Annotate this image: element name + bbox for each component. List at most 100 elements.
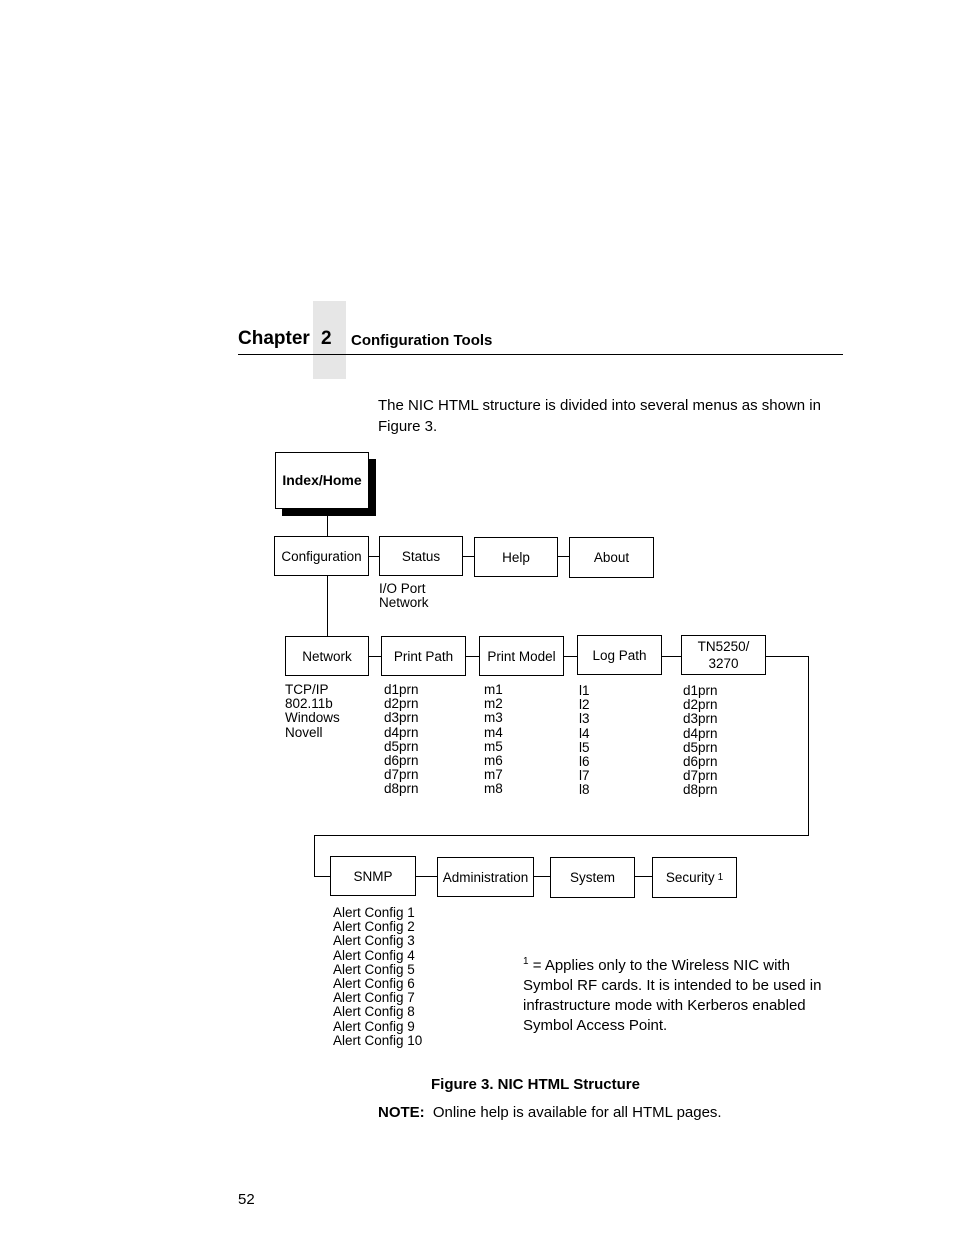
connector-printpath-printmodel — [466, 656, 479, 657]
log-path-box: Log Path — [577, 635, 662, 675]
network-items-list: TCP/IP 802.11b Windows Novell — [285, 682, 340, 740]
list-item: d3prn — [683, 711, 718, 727]
list-item: m5 — [484, 738, 503, 754]
connector-home-config — [327, 514, 328, 537]
list-item: l7 — [579, 768, 590, 784]
list-item: Alert Config 2 — [333, 919, 415, 935]
list-item: l1 — [579, 683, 590, 698]
list-item: Network — [379, 595, 429, 611]
list-item: d4prn — [384, 724, 419, 740]
help-box: Help — [474, 537, 558, 577]
connector-wrap-snmp — [314, 876, 330, 877]
snmp-items-list: Alert Config 1 Alert Config 2 Alert Conf… — [333, 905, 423, 1048]
list-item: d8prn — [683, 782, 718, 798]
list-item: d6prn — [683, 754, 718, 770]
security-footnote: 1 = Applies only to the Wireless NIC wit… — [523, 952, 823, 1036]
list-item: I/O Port — [379, 581, 426, 596]
connector-help-about — [558, 556, 569, 557]
snmp-box: SNMP — [330, 856, 416, 896]
note-label: NOTE: — [378, 1104, 425, 1121]
tn5250-items-list: d1prn d2prn d3prn d4prn d5prn d6prn d7pr… — [683, 683, 718, 798]
list-item: m1 — [484, 682, 503, 697]
list-item: d1prn — [384, 682, 419, 697]
list-item: Alert Config 9 — [333, 1018, 415, 1034]
note-text: Online help is available for all HTML pa… — [432, 1104, 722, 1121]
footnote-text: = Applies only to the Wireless NIC with … — [523, 957, 822, 1034]
list-item: l5 — [579, 739, 590, 755]
list-item: d5prn — [384, 738, 419, 754]
list-item: d6prn — [384, 753, 419, 769]
list-item: m8 — [484, 781, 503, 797]
list-item: m4 — [484, 724, 503, 740]
connector-config-network — [327, 575, 328, 637]
print-path-items-list: d1prn d2prn d3prn d4prn d5prn d6prn d7pr… — [384, 682, 419, 797]
connector-wrap-horizontal — [314, 835, 809, 836]
list-item: d7prn — [384, 767, 419, 783]
note: NOTE: Online help is available for all H… — [378, 1104, 722, 1121]
figure-caption: Figure 3. NIC HTML Structure — [431, 1076, 640, 1093]
list-item: Alert Config 6 — [333, 976, 415, 992]
header-rule — [238, 354, 843, 355]
list-item: m3 — [484, 710, 503, 726]
chapter-label: Chapter — [238, 328, 310, 349]
list-item: d4prn — [683, 725, 718, 741]
about-box: About — [569, 537, 654, 578]
connector-snmp-admin — [415, 876, 437, 877]
print-model-items-list: m1 m2 m3 m4 m5 m6 m7 m8 — [484, 682, 503, 797]
list-item: d3prn — [384, 710, 419, 726]
list-item: d5prn — [683, 739, 718, 755]
list-item: m2 — [484, 696, 503, 712]
connector-config-status — [369, 556, 379, 557]
chapter-number: 2 — [321, 328, 332, 349]
log-path-items-list: l1 l2 l3 l4 l5 l6 l7 l8 — [579, 683, 590, 798]
list-item: Alert Config 8 — [333, 1004, 415, 1020]
print-model-box: Print Model — [479, 636, 564, 676]
list-item: Alert Config 3 — [333, 933, 415, 949]
configuration-box: Configuration — [274, 536, 369, 576]
connector-status-help — [463, 556, 474, 557]
security-footnote-marker: 1 — [717, 872, 724, 883]
list-item: m6 — [484, 753, 503, 769]
connector-admin-system — [533, 876, 550, 877]
list-item: Windows — [285, 710, 340, 726]
list-item: l6 — [579, 754, 590, 770]
list-item: d2prn — [683, 697, 718, 713]
list-item: l2 — [579, 697, 590, 713]
list-item: d8prn — [384, 781, 419, 797]
connector-wrap-down — [314, 835, 315, 877]
list-item: Alert Config 7 — [333, 990, 415, 1006]
chapter-title: Configuration Tools — [351, 332, 493, 349]
list-item: Novell — [285, 724, 323, 740]
list-item: d2prn — [384, 696, 419, 712]
network-box: Network — [285, 636, 369, 676]
security-label: Security — [665, 870, 715, 885]
system-box: System — [550, 857, 635, 898]
list-item: TCP/IP — [285, 682, 329, 697]
list-item: d1prn — [683, 683, 718, 698]
list-item: m7 — [484, 767, 503, 783]
status-box: Status — [379, 536, 463, 576]
connector-network-printpath — [368, 656, 381, 657]
list-item: 802.11b — [285, 696, 333, 712]
list-item: Alert Config 5 — [333, 961, 415, 977]
connector-system-security — [634, 876, 652, 877]
list-item: Alert Config 4 — [333, 947, 415, 963]
security-box: Security 1 — [652, 857, 737, 898]
page-number: 52 — [238, 1191, 255, 1208]
intro-paragraph: The NIC HTML structure is divided into s… — [378, 397, 821, 435]
connector-right-down — [808, 656, 809, 836]
administration-box: Administration — [437, 857, 534, 897]
print-path-box: Print Path — [381, 636, 466, 676]
connector-printmodel-logpath — [563, 656, 577, 657]
status-items-list: I/O Port Network — [379, 581, 429, 611]
index-home-box: Index/Home — [275, 452, 369, 509]
connector-logpath-tn5250 — [661, 656, 681, 657]
connector-tn5250-right — [765, 656, 809, 657]
list-item: l4 — [579, 725, 590, 741]
list-item: Alert Config 10 — [333, 1032, 423, 1048]
list-item: l8 — [579, 782, 590, 798]
list-item: Alert Config 1 — [333, 905, 415, 920]
list-item: d7prn — [683, 768, 718, 784]
list-item: l3 — [579, 711, 590, 727]
tn5250-3270-box: TN5250/ 3270 — [681, 635, 766, 675]
